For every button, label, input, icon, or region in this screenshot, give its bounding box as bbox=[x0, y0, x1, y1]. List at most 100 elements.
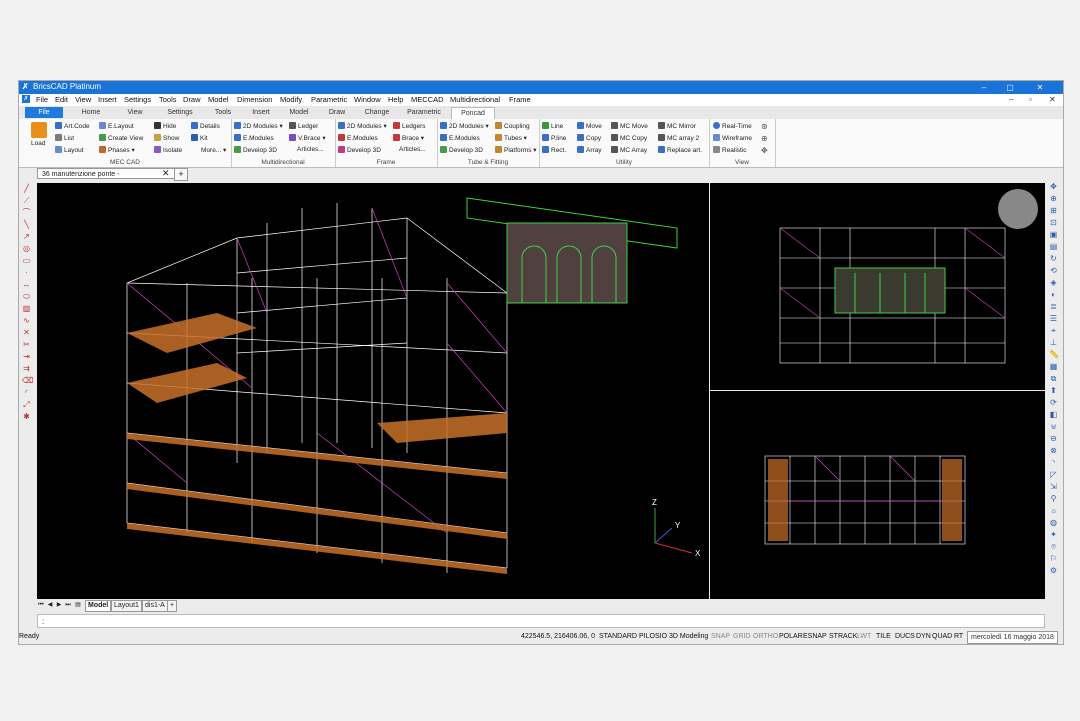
status-esnap[interactable]: ESNAP bbox=[803, 630, 827, 644]
tab-layout1[interactable]: Layout1 bbox=[111, 600, 142, 612]
section-icon[interactable]: ⧉ bbox=[1049, 375, 1058, 383]
viewport-front[interactable] bbox=[710, 183, 1045, 390]
render-icon[interactable]: ☼ bbox=[1049, 507, 1058, 515]
doc-close-icon[interactable]: ✕ bbox=[1049, 95, 1056, 104]
status-ortho[interactable]: ORTHO bbox=[753, 630, 778, 644]
properties-icon[interactable]: ☰ bbox=[1049, 315, 1058, 323]
md-emodules-button[interactable]: E.Modules bbox=[234, 134, 274, 142]
block-icon[interactable]: ▦ bbox=[1049, 363, 1058, 371]
menu-model[interactable]: Model bbox=[208, 95, 228, 104]
mc-array-button[interactable]: MC Array bbox=[611, 146, 647, 154]
tf-tubes-button[interactable]: Tubes ▾ bbox=[495, 134, 527, 142]
tab-poncad[interactable]: Poncad bbox=[451, 107, 495, 119]
zoom-icon[interactable]: ⊕ bbox=[761, 134, 768, 143]
elayout-button[interactable]: E.Layout bbox=[99, 122, 134, 130]
realistic-button[interactable]: Realistic bbox=[713, 146, 747, 154]
layout-menu-icon[interactable]: ▤ bbox=[74, 600, 82, 610]
view-front-icon[interactable]: ▤ bbox=[1049, 243, 1058, 251]
arc-tool-icon[interactable]: ⌒ bbox=[22, 209, 31, 217]
menu-dimension[interactable]: Dimension bbox=[237, 95, 272, 104]
zoom-realtime-icon[interactable]: ⊕ bbox=[1049, 195, 1058, 203]
union-icon[interactable]: ⊎ bbox=[1049, 423, 1058, 431]
ellipse-tool-icon[interactable]: ⬭ bbox=[22, 293, 31, 301]
tab-dis1-a[interactable]: dis1-A bbox=[142, 600, 168, 612]
menu-frame[interactable]: Frame bbox=[509, 95, 531, 104]
spline-tool-icon[interactable]: ∿ bbox=[22, 317, 31, 325]
light-icon[interactable]: ✦ bbox=[1049, 531, 1058, 539]
status-quad[interactable]: QUAD bbox=[932, 630, 952, 644]
status-tile[interactable]: TILE bbox=[876, 630, 891, 644]
tab-parametric[interactable]: Parametric bbox=[401, 107, 447, 118]
fillet-edge-icon[interactable]: ◝ bbox=[1049, 459, 1058, 467]
menu-meccad[interactable]: MECCAD bbox=[411, 95, 444, 104]
measure-icon[interactable]: 📏 bbox=[1049, 351, 1059, 359]
offset-tool-icon[interactable]: ⇉ bbox=[22, 365, 31, 373]
settings-icon[interactable]: ⚙ bbox=[1049, 567, 1058, 575]
snap-icon[interactable]: ⌖ bbox=[1049, 327, 1058, 335]
fr-articles-button[interactable]: Articles... bbox=[399, 146, 426, 153]
doc-restore-icon[interactable]: ▫ bbox=[1029, 95, 1032, 104]
load-icon[interactable] bbox=[31, 122, 47, 138]
fr-2d-modules-button[interactable]: 2D Modules ▾ bbox=[338, 122, 387, 130]
line-tool-icon[interactable]: ╱ bbox=[22, 185, 31, 193]
zoom-extents-icon[interactable]: ⊡ bbox=[1049, 219, 1058, 227]
status-snap[interactable]: SNAP bbox=[711, 630, 730, 644]
details-button[interactable]: Details bbox=[191, 122, 220, 130]
menu-insert[interactable]: Insert bbox=[98, 95, 117, 104]
show-button[interactable]: Show bbox=[154, 134, 179, 142]
rotate-3d-icon[interactable]: ↻ bbox=[1049, 255, 1058, 263]
viewcube-compass-icon[interactable] bbox=[998, 189, 1038, 229]
status-grid[interactable]: GRID bbox=[733, 630, 751, 644]
status-strack[interactable]: STRACK bbox=[829, 630, 857, 644]
artcode-button[interactable]: Art.Code bbox=[55, 122, 90, 130]
menu-edit[interactable]: Edit bbox=[55, 95, 68, 104]
menu-draw[interactable]: Draw bbox=[183, 95, 201, 104]
status-standard[interactable]: STANDARD bbox=[599, 630, 637, 644]
maximize-button[interactable]: ▢ bbox=[999, 81, 1021, 94]
intersect-icon[interactable]: ⊗ bbox=[1049, 447, 1058, 455]
prev-tab-icon[interactable]: ◀ bbox=[46, 600, 54, 610]
doc-minimize-icon[interactable]: – bbox=[1009, 95, 1013, 104]
last-tab-icon[interactable]: ⏭ bbox=[64, 600, 72, 610]
tf-develop-button[interactable]: Develop 3D bbox=[440, 146, 483, 154]
md-develop-button[interactable]: Develop 3D bbox=[234, 146, 277, 154]
hatch-tool-icon[interactable]: ▨ bbox=[22, 305, 31, 313]
menu-file[interactable]: File bbox=[36, 95, 48, 104]
mc-move-button[interactable]: MC Move bbox=[611, 122, 648, 130]
viewport-plan[interactable] bbox=[710, 391, 1045, 599]
kit-button[interactable]: Kit bbox=[191, 134, 208, 142]
tab-home[interactable]: Home bbox=[73, 107, 109, 118]
pan-icon[interactable]: ✥ bbox=[761, 146, 768, 155]
array-button[interactable]: Array bbox=[577, 146, 602, 154]
align-icon[interactable]: ⇲ bbox=[1049, 483, 1058, 491]
menu-modify[interactable]: Modify bbox=[280, 95, 302, 104]
status-polar[interactable]: POLAR bbox=[779, 630, 803, 644]
status-lwt[interactable]: LWT bbox=[857, 630, 871, 644]
menu-multidirectional[interactable]: Multidirectional bbox=[450, 95, 500, 104]
construction-line-icon[interactable]: ╲ bbox=[22, 221, 31, 229]
fr-develop-button[interactable]: Develop 3D bbox=[338, 146, 381, 154]
isolate-button[interactable]: Isolate bbox=[154, 146, 182, 154]
mc-array2-button[interactable]: MC array 2 bbox=[658, 134, 699, 142]
first-tab-icon[interactable]: ⏮ bbox=[37, 600, 45, 610]
fillet-tool-icon[interactable]: ◜ bbox=[22, 389, 31, 397]
tab-file[interactable]: File bbox=[25, 107, 63, 118]
rectangle-tool-icon[interactable]: ▭ bbox=[22, 257, 31, 265]
erase-tool-icon[interactable]: ⌫ bbox=[22, 377, 33, 385]
menu-settings[interactable]: Settings bbox=[124, 95, 151, 104]
camera-icon[interactable]: ⌾ bbox=[1049, 543, 1058, 551]
status-dyn[interactable]: DYN bbox=[916, 630, 931, 644]
circle-tool-icon[interactable]: ◎ bbox=[22, 245, 31, 253]
menu-view[interactable]: View bbox=[75, 95, 91, 104]
view-top-icon[interactable]: ▣ bbox=[1049, 231, 1058, 239]
hide-button[interactable]: Hide bbox=[154, 122, 176, 130]
layout-button[interactable]: Layout bbox=[55, 146, 84, 154]
md-ledger-button[interactable]: Ledger bbox=[289, 122, 318, 130]
status-pilosio[interactable]: PILOSIO bbox=[639, 630, 667, 644]
doc-icon[interactable]: ✗ bbox=[22, 95, 30, 103]
explode-tool-icon[interactable]: ✱ bbox=[22, 413, 31, 421]
slice-icon[interactable]: ◧ bbox=[1049, 411, 1058, 419]
zoom-window-icon[interactable]: ⊞ bbox=[1049, 207, 1058, 215]
ucs-icon[interactable]: ⊥ bbox=[1049, 339, 1058, 347]
add-layout-button[interactable]: + bbox=[167, 600, 178, 612]
